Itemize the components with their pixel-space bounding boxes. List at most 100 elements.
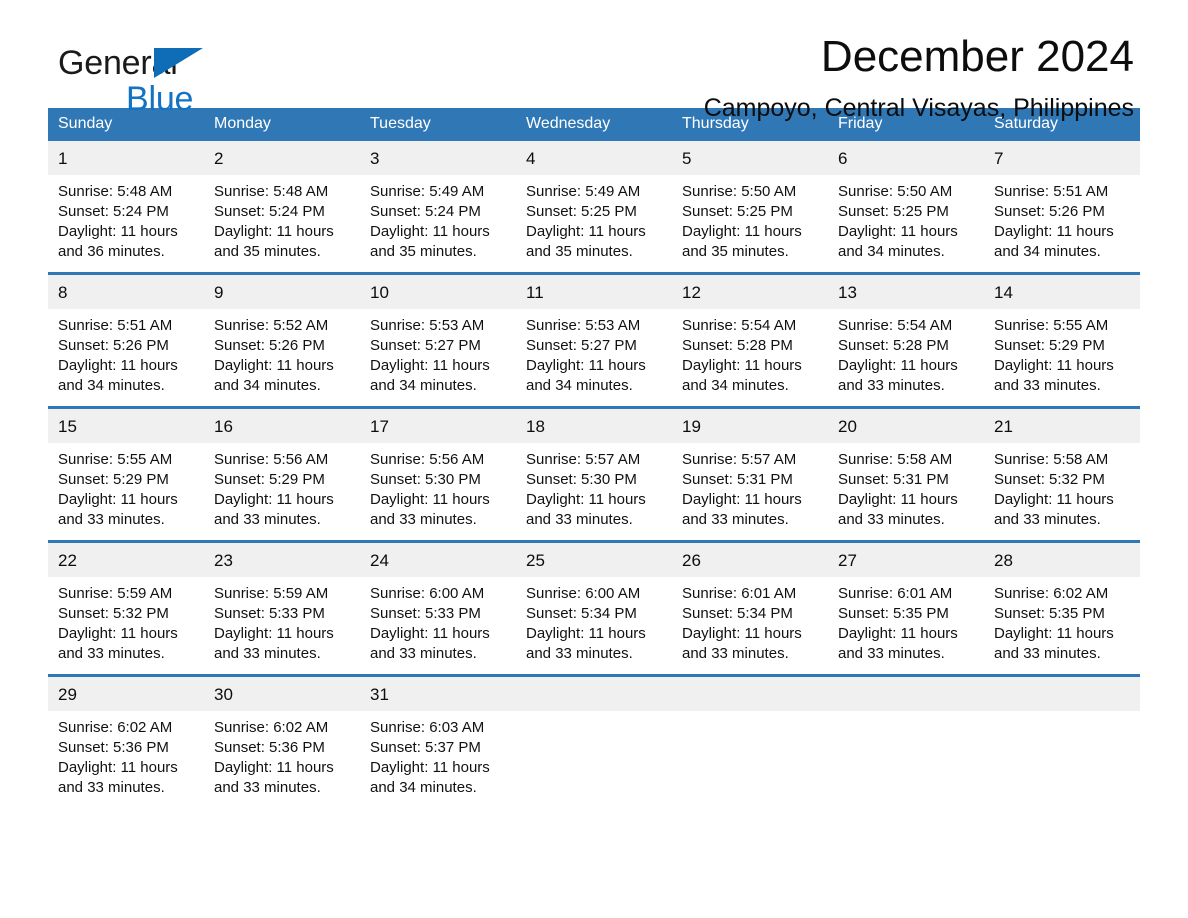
calendar-day-cell[interactable]: 5 Sunrise: 5:50 AM Sunset: 5:25 PM Daylight…: [672, 141, 828, 274]
calendar-day-cell[interactable]: 4 Sunrise: 5:49 AM Sunset: 5:25 PM Daylight…: [516, 141, 672, 274]
calendar-day-cell[interactable]: 2 Sunrise: 5:48 AM Sunset: 5:24 PM Daylight…: [204, 141, 360, 274]
day-details: Sunrise: 6:02 AM Sunset: 5:36 PM Daylight:…: [204, 711, 360, 808]
calendar-day-cell[interactable]: 29 Sunrise: 6:02 AM Sunset: 5:36 PM Dayligh…: [48, 674, 204, 808]
calendar-day-cell[interactable]: 1 Sunrise: 5:48 AM Sunset: 5:24 PM Daylight…: [48, 141, 204, 274]
brand-logo[interactable]: General Blue: [58, 46, 203, 116]
sunrise-text: Sunrise: 5:58 AM: [994, 451, 1109, 468]
calendar-day-cell[interactable]: 15 Sunrise: 5:55 AM Sunset: 5:29 PM Dayligh…: [48, 406, 204, 542]
calendar-day-cell[interactable]: 6 Sunrise: 5:50 AM Sunset: 5:25 PM Daylight…: [828, 141, 984, 274]
calendar-day-cell[interactable]: 18 Sunrise: 5:57 AM Sunset: 5:30 PM Dayligh…: [516, 406, 672, 542]
calendar-day-cell[interactable]: 31 Sunrise: 6:03 AM Sunset: 5:37 PM Dayligh…: [360, 674, 516, 808]
day-number: 25: [516, 543, 672, 577]
sunrise-text: Sunrise: 5:52 AM: [214, 317, 329, 334]
calendar-day-cell[interactable]: 3 Sunrise: 5:49 AM Sunset: 5:24 PM Daylight…: [360, 141, 516, 274]
daylight-text: Daylight: 11 hours and 33 minutes.: [370, 625, 490, 662]
weekday-header-monday: Monday: [204, 108, 360, 141]
day-details: Sunrise: 5:48 AM Sunset: 5:24 PM Daylight:…: [48, 175, 204, 272]
day-cell-inner: 12 Sunrise: 5:54 AM Sunset: 5:28 PM Dayligh…: [672, 275, 828, 406]
sunrise-text: Sunrise: 5:51 AM: [58, 317, 173, 334]
calendar-day-cell[interactable]: 24 Sunrise: 6:00 AM Sunset: 5:33 PM Dayligh…: [360, 540, 516, 676]
calendar-day-cell[interactable]: 22 Sunrise: 5:59 AM Sunset: 5:32 PM Dayligh…: [48, 540, 204, 676]
daylight-text: Daylight: 11 hours and 33 minutes.: [526, 491, 646, 528]
day-number: 15: [48, 409, 204, 443]
day-number: 30: [204, 677, 360, 711]
calendar-day-cell[interactable]: 9 Sunrise: 5:52 AM Sunset: 5:26 PM Daylight…: [204, 272, 360, 408]
page-subtitle: Campoyo, Central Visayas, Philippines: [703, 94, 1134, 123]
sunrise-text: Sunrise: 6:00 AM: [370, 585, 485, 602]
daylight-text: Daylight: 11 hours and 33 minutes.: [58, 759, 178, 796]
sunset-text: Sunset: 5:31 PM: [838, 471, 949, 488]
sunset-text: Sunset: 5:35 PM: [838, 605, 949, 622]
daylight-text: Daylight: 11 hours and 35 minutes.: [370, 223, 490, 260]
sunset-text: Sunset: 5:37 PM: [370, 739, 481, 756]
sunset-text: Sunset: 5:27 PM: [370, 337, 481, 354]
calendar-day-cell[interactable]: 25 Sunrise: 6:00 AM Sunset: 5:34 PM Dayligh…: [516, 540, 672, 676]
calendar-week-row: 15 Sunrise: 5:55 AM Sunset: 5:29 PM Dayligh…: [48, 406, 1140, 542]
calendar-day-cell[interactable]: 30 Sunrise: 6:02 AM Sunset: 5:36 PM Dayligh…: [204, 674, 360, 808]
calendar-week-row: 8 Sunrise: 5:51 AM Sunset: 5:26 PM Daylight…: [48, 272, 1140, 408]
calendar-day-cell[interactable]: 14 Sunrise: 5:55 AM Sunset: 5:29 PM Dayligh…: [984, 272, 1140, 408]
day-cell-inner: 22 Sunrise: 5:59 AM Sunset: 5:32 PM Dayligh…: [48, 543, 204, 674]
day-number: 20: [828, 409, 984, 443]
calendar-day-cell[interactable]: 27 Sunrise: 6:01 AM Sunset: 5:35 PM Dayligh…: [828, 540, 984, 676]
calendar-day-cell[interactable]: 26 Sunrise: 6:01 AM Sunset: 5:34 PM Dayligh…: [672, 540, 828, 676]
calendar-day-cell[interactable]: 11 Sunrise: 5:53 AM Sunset: 5:27 PM Dayligh…: [516, 272, 672, 408]
sunset-text: Sunset: 5:25 PM: [682, 203, 793, 220]
calendar-day-cell[interactable]: 28 Sunrise: 6:02 AM Sunset: 5:35 PM Dayligh…: [984, 540, 1140, 676]
daylight-text: Daylight: 11 hours and 33 minutes.: [682, 491, 802, 528]
calendar-day-cell[interactable]: 19 Sunrise: 5:57 AM Sunset: 5:31 PM Dayligh…: [672, 406, 828, 542]
calendar-day-cell[interactable]: 12 Sunrise: 5:54 AM Sunset: 5:28 PM Dayligh…: [672, 272, 828, 408]
calendar-week-row: 29 Sunrise: 6:02 AM Sunset: 5:36 PM Dayligh…: [48, 674, 1140, 808]
day-cell-inner: 25 Sunrise: 6:00 AM Sunset: 5:34 PM Dayligh…: [516, 543, 672, 674]
daylight-text: Daylight: 11 hours and 35 minutes.: [682, 223, 802, 260]
sunset-text: Sunset: 5:36 PM: [58, 739, 169, 756]
calendar-day-cell[interactable]: 10 Sunrise: 5:53 AM Sunset: 5:27 PM Dayligh…: [360, 272, 516, 408]
day-cell-inner: 8 Sunrise: 5:51 AM Sunset: 5:26 PM Daylight…: [48, 275, 204, 406]
calendar-day-cell[interactable]: 13 Sunrise: 5:54 AM Sunset: 5:28 PM Dayligh…: [828, 272, 984, 408]
calendar-day-cell[interactable]: 20 Sunrise: 5:58 AM Sunset: 5:31 PM Dayligh…: [828, 406, 984, 542]
sunset-text: Sunset: 5:34 PM: [682, 605, 793, 622]
day-number: 14: [984, 275, 1140, 309]
day-number: 23: [204, 543, 360, 577]
calendar-day-cell[interactable]: 17 Sunrise: 5:56 AM Sunset: 5:30 PM Dayligh…: [360, 406, 516, 542]
calendar-day-cell[interactable]: 16 Sunrise: 5:56 AM Sunset: 5:29 PM Dayligh…: [204, 406, 360, 542]
sunrise-text: Sunrise: 5:55 AM: [994, 317, 1109, 334]
sunset-text: Sunset: 5:29 PM: [214, 471, 325, 488]
day-details: Sunrise: 5:53 AM Sunset: 5:27 PM Daylight:…: [516, 309, 672, 406]
daylight-text: Daylight: 11 hours and 33 minutes.: [58, 625, 178, 662]
daylight-text: Daylight: 11 hours and 33 minutes.: [214, 625, 334, 662]
sunrise-text: Sunrise: 5:49 AM: [526, 183, 641, 200]
sunset-text: Sunset: 5:34 PM: [526, 605, 637, 622]
daylight-text: Daylight: 11 hours and 35 minutes.: [214, 223, 334, 260]
calendar-day-cell[interactable]: 21 Sunrise: 5:58 AM Sunset: 5:32 PM Dayligh…: [984, 406, 1140, 542]
weekday-header-tuesday: Tuesday: [360, 108, 516, 141]
calendar-day-cell-empty: [672, 674, 828, 808]
triangle-flag-icon: [154, 48, 203, 78]
day-number: 29: [48, 677, 204, 711]
day-number: 16: [204, 409, 360, 443]
sunrise-text: Sunrise: 5:48 AM: [214, 183, 329, 200]
day-cell-inner: 15 Sunrise: 5:55 AM Sunset: 5:29 PM Dayligh…: [48, 409, 204, 540]
daylight-text: Daylight: 11 hours and 33 minutes.: [526, 625, 646, 662]
day-details: Sunrise: 5:54 AM Sunset: 5:28 PM Daylight:…: [672, 309, 828, 406]
calendar-day-cell-empty: [828, 674, 984, 808]
day-cell-inner: [516, 677, 672, 803]
daylight-text: Daylight: 11 hours and 34 minutes.: [370, 357, 490, 394]
day-details: Sunrise: 5:50 AM Sunset: 5:25 PM Daylight:…: [828, 175, 984, 272]
day-cell-inner: 14 Sunrise: 5:55 AM Sunset: 5:29 PM Dayligh…: [984, 275, 1140, 406]
day-details: Sunrise: 5:53 AM Sunset: 5:27 PM Daylight:…: [360, 309, 516, 406]
calendar-day-cell[interactable]: 23 Sunrise: 5:59 AM Sunset: 5:33 PM Dayligh…: [204, 540, 360, 676]
day-cell-inner: 20 Sunrise: 5:58 AM Sunset: 5:31 PM Dayligh…: [828, 409, 984, 540]
calendar-day-cell[interactable]: 8 Sunrise: 5:51 AM Sunset: 5:26 PM Daylight…: [48, 272, 204, 408]
day-cell-inner: 3 Sunrise: 5:49 AM Sunset: 5:24 PM Daylight…: [360, 141, 516, 272]
sunrise-text: Sunrise: 5:55 AM: [58, 451, 173, 468]
sunrise-text: Sunrise: 5:51 AM: [994, 183, 1109, 200]
calendar-day-cell[interactable]: 7 Sunrise: 5:51 AM Sunset: 5:26 PM Daylight…: [984, 141, 1140, 274]
day-number: [516, 677, 672, 711]
sunset-text: Sunset: 5:29 PM: [58, 471, 169, 488]
sunrise-text: Sunrise: 5:48 AM: [58, 183, 173, 200]
day-cell-inner: 31 Sunrise: 6:03 AM Sunset: 5:37 PM Dayligh…: [360, 677, 516, 808]
day-details: Sunrise: 5:51 AM Sunset: 5:26 PM Daylight:…: [984, 175, 1140, 272]
sunrise-text: Sunrise: 6:02 AM: [994, 585, 1109, 602]
daylight-text: Daylight: 11 hours and 33 minutes.: [994, 491, 1114, 528]
